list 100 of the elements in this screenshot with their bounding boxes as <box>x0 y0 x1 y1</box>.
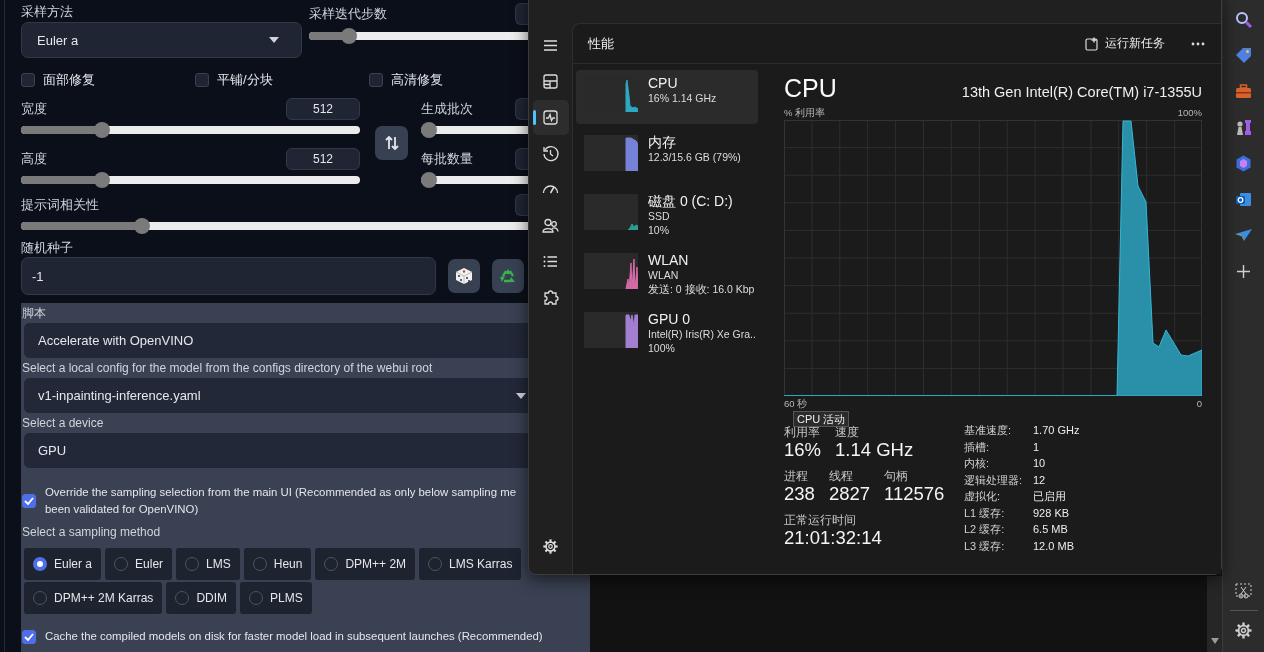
stat-value: 1.14 GHz <box>835 439 914 461</box>
number-field[interactable]: 512 <box>286 98 360 120</box>
spec-label: L1 缓存: <box>964 505 1006 520</box>
resource-item[interactable]: 磁盘 0 (C: D:) SSD 10% <box>576 188 758 242</box>
slider-thumb[interactable] <box>341 28 358 44</box>
spec-value: 12 <box>1033 472 1047 487</box>
spec-label: L3 缓存: <box>964 538 1006 553</box>
stat-label: 线程 <box>828 469 854 483</box>
resource-name: 内存 <box>648 134 677 150</box>
radio-option[interactable]: DPM++ 2M Karras <box>24 582 163 614</box>
sampler-dropdown[interactable]: Euler a <box>21 22 302 58</box>
resource-item[interactable]: 内存 12.3/15.6 GB (79%) <box>576 129 758 183</box>
processor-name: 13th Gen Intel(R) Core(TM) i7-1355U <box>961 84 1202 100</box>
spec-value: 已启用 <box>1033 489 1067 504</box>
radio-option[interactable]: Euler <box>105 548 173 580</box>
resource-item[interactable]: CPU 16% 1.14 GHz <box>576 70 758 124</box>
resource-detail: 100% <box>648 341 676 355</box>
resource-item[interactable]: GPU 0 Intel(R) Iris(R) Xe Gra.. 100% <box>576 306 758 360</box>
more-icon[interactable] <box>1191 41 1205 46</box>
stat-value: 16% <box>784 439 822 461</box>
dice-button[interactable] <box>448 259 480 293</box>
search-icon[interactable] <box>1234 10 1253 29</box>
field-label: Select a local config for the model from the configs directory of the webui root <box>22 360 434 376</box>
spec-value: 10 <box>1033 456 1047 471</box>
slider[interactable] <box>21 122 360 138</box>
slider-thumb[interactable] <box>94 122 110 138</box>
screenshot-icon[interactable] <box>1234 581 1253 600</box>
users-icon <box>541 216 560 235</box>
field-label: 采样迭代步数 <box>309 6 387 22</box>
resource-name: WLAN <box>648 252 690 268</box>
scroll-down-icon[interactable] <box>1211 638 1219 644</box>
checkbox[interactable] <box>22 629 36 644</box>
pulse-chart-tab[interactable] <box>532 100 569 135</box>
puzzle-icon <box>541 288 560 307</box>
stat-label: 利用率 <box>784 425 821 439</box>
radio-option[interactable]: PLMS <box>240 582 312 614</box>
swap-arrows-icon <box>384 135 399 151</box>
field-label: 宽度 <box>21 101 47 117</box>
checkbox[interactable] <box>21 73 35 87</box>
axis-label: 0 <box>1196 398 1202 410</box>
seed-field[interactable]: -1 <box>21 257 436 295</box>
spec-value: 1.70 GHz <box>1033 423 1080 438</box>
scrollbar[interactable] <box>1207 576 1222 652</box>
resource-detail: 发送: 0 接收: 16.0 Kbp <box>648 282 755 296</box>
resource-detail: Intel(R) Iris(R) Xe Gra.. <box>648 327 756 341</box>
axis-label: 60 秒 <box>784 398 808 410</box>
resource-detail: SSD <box>648 209 671 223</box>
slider[interactable] <box>21 172 360 188</box>
history-icon <box>541 144 560 163</box>
slider-thumb[interactable] <box>94 172 110 188</box>
tag-icon[interactable] <box>1234 46 1253 65</box>
spec-label: 内核: <box>964 456 991 471</box>
swap-button[interactable] <box>375 126 408 160</box>
dice-icon <box>455 267 473 285</box>
caret-icon <box>269 37 279 43</box>
radio-option[interactable]: DPM++ 2M <box>315 548 416 580</box>
recycle-button[interactable] <box>492 259 524 293</box>
checkbox-label: 平铺/分块 <box>217 71 273 89</box>
spec-label: 插槽: <box>964 439 991 454</box>
slider-thumb[interactable] <box>133 218 150 234</box>
checkbox-label: 高清修复 <box>391 71 443 89</box>
radio-option[interactable]: LMS <box>176 548 240 580</box>
settings-icon[interactable] <box>1234 621 1253 640</box>
briefcase-icon[interactable] <box>1234 82 1253 101</box>
spec-label: L2 缓存: <box>964 522 1006 537</box>
graph-background <box>584 194 638 230</box>
caret-icon <box>516 392 526 399</box>
radio-option[interactable]: Euler a <box>24 548 102 580</box>
checkbox[interactable] <box>22 494 36 508</box>
spec-value: 6.5 MB <box>1033 522 1069 537</box>
axis-label: 100% <box>1177 107 1202 119</box>
checkbox-label: Cache the compiled models on disk for faster model load in subsequent launches (Recommended) <box>45 629 543 644</box>
spec-value: 928 KB <box>1033 505 1071 520</box>
slider-thumb[interactable] <box>421 172 437 188</box>
spec-label: 逻辑处理器: <box>964 472 1024 487</box>
checkbox[interactable] <box>195 73 209 87</box>
checkbox[interactable] <box>369 73 383 87</box>
grid-icon <box>541 72 560 91</box>
radio-option[interactable]: LMS Karras <box>419 548 522 580</box>
axis-label: % 利用率 <box>784 107 826 119</box>
field-label: 采样方法 <box>21 4 74 20</box>
field-label: 高度 <box>21 151 47 167</box>
plus-icon[interactable] <box>1234 262 1253 281</box>
slider-thumb[interactable] <box>421 122 437 138</box>
field-label: 提示词相关性 <box>21 197 99 213</box>
chess-pieces-icon[interactable] <box>1234 118 1253 137</box>
hexagon-icon[interactable] <box>1234 154 1253 173</box>
resource-item[interactable]: WLAN WLAN 发送: 0 接收: 16.0 Kbp <box>576 247 758 301</box>
number-field[interactable]: 512 <box>286 148 360 170</box>
run-task-button[interactable]: 运行新任务 <box>1079 31 1171 56</box>
stat-label: 正常运行时间 <box>784 513 857 527</box>
stat-value: 21:01:32:14 <box>784 527 883 549</box>
radio-option[interactable]: Heun <box>243 548 312 580</box>
resource-detail: 10% <box>648 223 670 237</box>
detail-title: CPU <box>784 74 837 103</box>
field-label: 随机种子 <box>21 240 74 256</box>
radio-option[interactable]: DDIM <box>166 582 237 614</box>
resource-name: CPU <box>648 75 679 91</box>
mail-app-icon[interactable] <box>1234 190 1253 209</box>
recycle-icon <box>499 267 517 285</box>
